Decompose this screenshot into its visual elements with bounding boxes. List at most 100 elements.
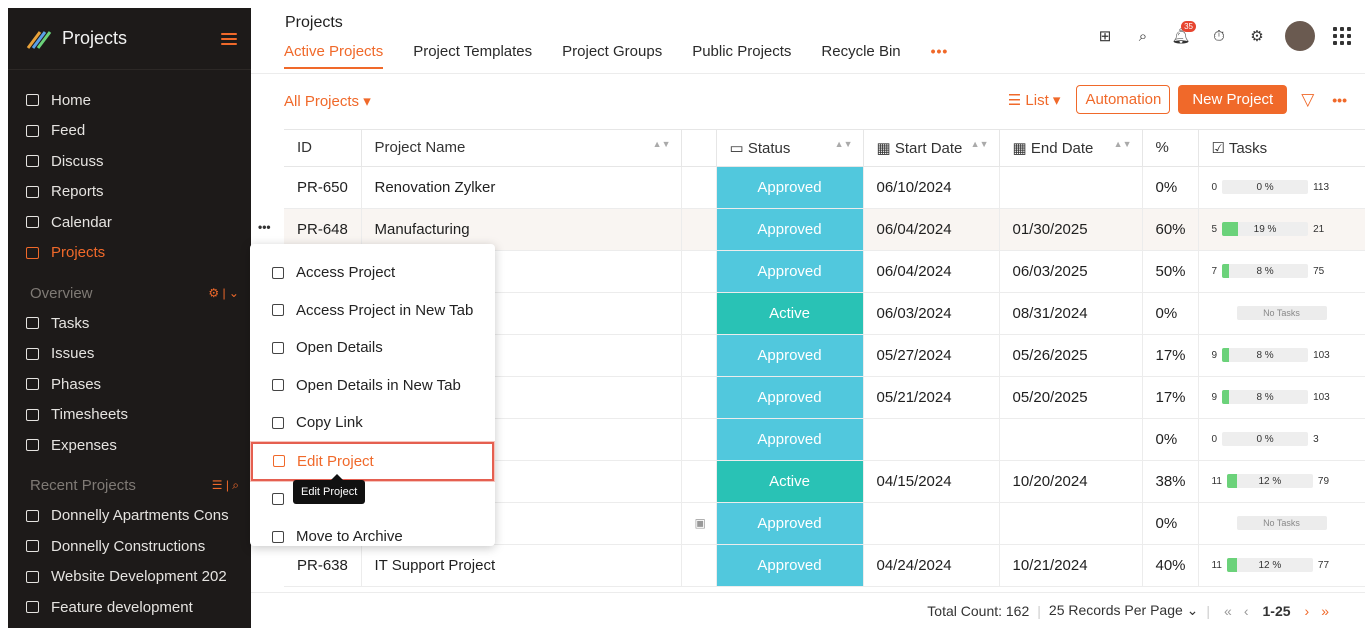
tasks-open: 9	[1211, 349, 1218, 361]
row-tasks: 9 8 % 103	[1198, 376, 1365, 419]
last-page-icon[interactable]: »	[1321, 603, 1329, 619]
toolbar: All Projects ▾ ☰ List ▾ Automation New P…	[251, 84, 1365, 116]
sidebar-item-overview4[interactable]: Expenses	[8, 430, 251, 461]
recent-label: Feature development	[51, 598, 193, 616]
sidebar-item-recent1[interactable]: Donnelly Constructions	[8, 531, 251, 562]
tasks-progress: 5 19 % 21	[1212, 222, 1365, 236]
col-id[interactable]: ID	[284, 130, 362, 167]
row-tasks: 0 0 % 3	[1198, 418, 1365, 461]
bell-icon[interactable]: 🔔︎ 35	[1171, 21, 1196, 46]
add-icon[interactable]: ⊞	[1095, 26, 1115, 46]
tabs-more-icon[interactable]: •••	[931, 43, 949, 69]
tasks-bar-fill	[1226, 474, 1238, 488]
overview-label: Expenses	[51, 436, 117, 454]
tab-1[interactable]: Project Templates	[413, 43, 532, 69]
menu-item-4[interactable]: Copy Link	[250, 404, 495, 442]
recent-filter-icon[interactable]: ☰ | ⌕	[212, 478, 239, 493]
first-page-icon[interactable]: «	[1224, 603, 1232, 619]
tab-0[interactable]: Active Projects	[284, 43, 384, 69]
menu-item-7[interactable]: Move to Archive	[250, 518, 495, 556]
row-tasks: 5 19 % 21	[1198, 208, 1365, 251]
timer-icon[interactable]: ⏱︎	[1209, 26, 1229, 46]
sort-icon[interactable]: ▲▼	[971, 139, 989, 149]
avatar[interactable]	[1285, 21, 1315, 51]
row-attachment	[681, 334, 717, 377]
new-project-button[interactable]: New Project	[1178, 85, 1288, 114]
sort-icon[interactable]: ▲▼	[1114, 139, 1132, 149]
row-start-date: 04/24/2024	[863, 544, 1000, 587]
row-start-date: 05/21/2024	[863, 376, 1000, 419]
col-tasks[interactable]: ☑ Tasks	[1198, 130, 1365, 167]
row-status: Approved	[716, 208, 864, 251]
sort-icon[interactable]: ▲▼	[653, 139, 671, 149]
sidebar-item-recent0[interactable]: Donnelly Apartments Cons	[8, 501, 251, 532]
overview-label: Tasks	[51, 314, 90, 332]
prev-page-icon[interactable]: ‹	[1244, 603, 1249, 619]
col-status[interactable]: ▭ Status ▲▼	[716, 130, 864, 167]
all-projects-filter[interactable]: All Projects ▾	[284, 92, 371, 110]
sidebar-item-recent2[interactable]: Website Development 202	[8, 562, 251, 593]
tab-3[interactable]: Public Projects	[692, 43, 791, 69]
sidebar-item-nav2[interactable]: Discuss	[8, 146, 251, 177]
sidebar-item-nav3[interactable]: Reports	[8, 177, 251, 208]
col-end[interactable]: ▦ End Date ▲▼	[999, 130, 1143, 167]
menu-item-icon	[272, 304, 284, 317]
breadcrumb: Projects	[285, 14, 343, 31]
tooltip: Edit Project	[293, 474, 366, 504]
sidebar-item-nav0[interactable]: Home	[8, 85, 251, 116]
sort-icon[interactable]: ▲▼	[835, 139, 853, 149]
sidebar-item-overview3[interactable]: Timesheets	[8, 400, 251, 431]
overview-settings-icon[interactable]: ⚙ | ⌄	[208, 286, 239, 300]
automation-button[interactable]: Automation	[1076, 85, 1171, 114]
more-options-icon[interactable]: •••	[1332, 92, 1347, 108]
row-attachment	[681, 418, 717, 461]
tasks-closed: 103	[1313, 391, 1330, 403]
menu-toggle-icon[interactable]	[221, 32, 237, 45]
sidebar-item-recent3[interactable]: Feature development	[8, 592, 251, 623]
menu-item-2[interactable]: Open Details	[250, 329, 495, 367]
row-attachment: ▣	[681, 502, 717, 545]
filter-icon[interactable]: ▽	[1301, 90, 1314, 110]
menu-item-5[interactable]: Edit Project	[251, 441, 494, 481]
sidebar-item-overview0[interactable]: Tasks	[8, 308, 251, 339]
menu-item-icon	[272, 266, 284, 279]
tasks-open: 7	[1211, 265, 1218, 277]
col-pct[interactable]: %	[1142, 130, 1199, 167]
tasks-progress: 0 0 % 3	[1212, 432, 1365, 446]
recent-label: Donnelly Apartments Cons	[51, 507, 229, 525]
sidebar-item-overview1[interactable]: Issues	[8, 339, 251, 370]
gear-icon[interactable]: ⚙	[1247, 26, 1267, 46]
tasks-bar-fill	[1226, 558, 1238, 572]
menu-item-label: Access Project	[296, 264, 396, 282]
row-percent: 17%	[1142, 376, 1199, 419]
apps-grid-icon[interactable]	[1333, 27, 1351, 45]
menu-item-3[interactable]: Open Details in New Tab	[250, 367, 495, 405]
menu-item-0[interactable]: Access Project	[250, 254, 495, 292]
sidebar-item-overview2[interactable]: Phases	[8, 369, 251, 400]
sidebar-item-nav5[interactable]: Projects	[8, 238, 251, 269]
list-view-button[interactable]: ☰ List ▾	[1008, 91, 1061, 109]
search-icon[interactable]: ⌕	[1133, 26, 1153, 46]
tasks-bar: 8 %	[1222, 390, 1309, 404]
menu-item-6[interactable]	[250, 481, 495, 519]
sidebar-item-nav4[interactable]: Calendar	[8, 207, 251, 238]
per-page-select[interactable]: 25 Records Per Page ⌄	[1049, 602, 1198, 619]
sidebar-item-nav1[interactable]: Feed	[8, 116, 251, 147]
recent-icon	[26, 601, 39, 614]
tab-4[interactable]: Recycle Bin	[821, 43, 900, 69]
recent-label: Website Development 202	[51, 568, 227, 586]
overview-section[interactable]: Overview ⚙ | ⌄	[8, 278, 251, 308]
row-actions-icon[interactable]: •••	[258, 220, 271, 234]
tasks-open: 9	[1211, 391, 1218, 403]
table-row[interactable]: PR-650 Renovation Zylker Approved 06/10/202…	[284, 166, 1365, 209]
row-percent: 0%	[1142, 166, 1199, 209]
next-page-icon[interactable]: ›	[1305, 603, 1310, 619]
menu-item-1[interactable]: Access Project in New Tab	[250, 292, 495, 330]
tasks-closed: 3	[1313, 433, 1319, 445]
col-start[interactable]: ▦ Start Date ▲▼	[863, 130, 1000, 167]
row-status: Approved	[716, 334, 864, 377]
tab-2[interactable]: Project Groups	[562, 43, 662, 69]
col-name[interactable]: Project Name ▲▼	[361, 130, 682, 167]
tasks-pct: 12 %	[1258, 475, 1282, 487]
row-attachment	[681, 460, 717, 503]
